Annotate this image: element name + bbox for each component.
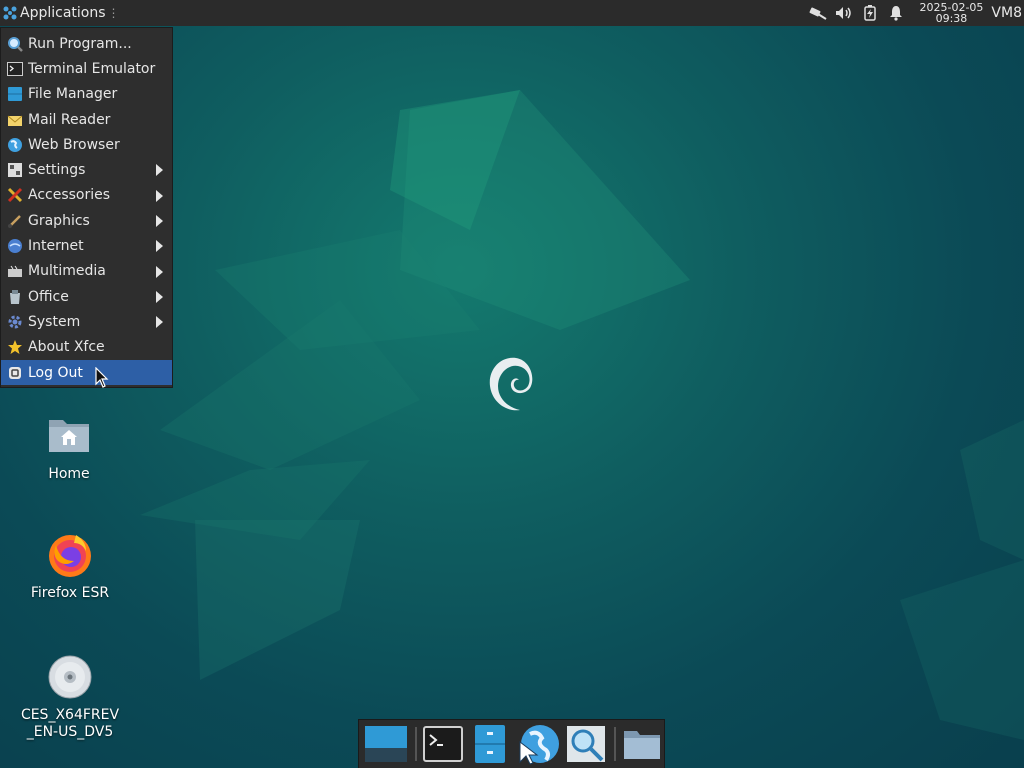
battery-icon[interactable] — [857, 0, 883, 26]
menu-item-office[interactable]: Office — [1, 284, 172, 309]
menu-item-label: Graphics — [28, 212, 90, 229]
xfce-logo-icon — [3, 6, 17, 20]
dock-app-finder-button[interactable] — [562, 721, 610, 767]
menu-item-accessories[interactable]: Accessories — [1, 183, 172, 208]
settings-icon — [6, 162, 23, 179]
desktop-icon-label: Firefox ESR — [30, 585, 110, 601]
menu-item-label: Accessories — [28, 187, 111, 204]
star-icon — [6, 339, 23, 356]
accessories-icon — [6, 187, 23, 204]
menu-item-internet[interactable]: Internet — [1, 233, 172, 258]
top-panel: Applications ⋮ 2025-02-05 09:38 VM8 — [0, 0, 1024, 26]
menu-item-about-xfce[interactable]: About Xfce — [1, 335, 172, 360]
submenu-arrow-icon — [156, 265, 163, 278]
folder-icon — [624, 731, 661, 759]
show-desktop-button[interactable] — [361, 721, 411, 767]
file-manager-icon — [474, 725, 505, 763]
submenu-arrow-icon — [156, 290, 163, 303]
menu-item-settings[interactable]: Settings — [1, 157, 172, 182]
dock-web-browser-button[interactable] — [515, 721, 563, 767]
menu-item-log-out[interactable]: Log Out — [1, 359, 172, 386]
show-desktop-icon — [364, 726, 407, 762]
terminal-icon — [422, 726, 463, 762]
desktop-icon-firefox[interactable]: Firefox ESR — [15, 531, 125, 602]
menu-item-label: File Manager — [28, 86, 118, 103]
menu-item-terminal-emulator[interactable]: Terminal Emulator — [1, 56, 172, 81]
menu-item-system[interactable]: System — [1, 309, 172, 334]
panel-handle-icon: ⋮ — [107, 6, 120, 20]
menu-item-label: System — [28, 313, 81, 330]
menu-item-label: Multimedia — [28, 263, 106, 280]
web-browser-icon — [6, 136, 23, 153]
clock-time: 09:38 — [935, 12, 968, 25]
dock-folder-button[interactable] — [620, 721, 664, 767]
home-folder-icon — [49, 420, 89, 452]
desktop-icon-label: Home — [48, 466, 90, 482]
graphics-icon — [6, 212, 23, 229]
menu-item-label: Run Program... — [28, 35, 132, 52]
app-finder-icon — [567, 726, 606, 762]
log-out-icon — [6, 364, 23, 381]
volume-icon[interactable] — [831, 0, 857, 26]
internet-icon — [6, 238, 23, 255]
office-icon — [6, 288, 23, 305]
bottom-dock — [358, 719, 665, 768]
notification-bell-icon[interactable] — [883, 0, 909, 26]
multimedia-icon — [6, 263, 23, 280]
run-program-icon — [6, 35, 23, 52]
system-icon — [6, 313, 23, 330]
submenu-arrow-icon — [156, 215, 163, 228]
terminal-icon — [6, 60, 23, 77]
menu-item-label: Internet — [28, 238, 84, 255]
menu-item-file-manager[interactable]: File Manager — [1, 82, 172, 107]
debian-swirl-logo — [489, 357, 533, 411]
menu-item-label: Web Browser — [28, 136, 120, 153]
firefox-icon — [49, 535, 91, 577]
menu-item-run-program[interactable]: Run Program... — [1, 31, 172, 56]
file-manager-icon — [6, 86, 23, 103]
desktop-icon-label: CES_X64FREV _EN-US_DV5 — [20, 707, 120, 740]
applications-menu: Run Program... Terminal Emulator File Ma… — [0, 27, 173, 388]
applications-menu-button[interactable]: Applications ⋮ — [0, 0, 124, 26]
network-wired-icon[interactable] — [805, 0, 831, 26]
menu-item-graphics[interactable]: Graphics — [1, 208, 172, 233]
mail-icon — [6, 111, 23, 128]
desktop-icon-optical-disc[interactable]: CES_X64FREV _EN-US_DV5 — [15, 653, 125, 741]
applications-label: Applications — [20, 5, 106, 21]
optical-disc-icon — [48, 655, 92, 699]
dock-terminal-button[interactable] — [421, 721, 465, 767]
user-label[interactable]: VM8 — [991, 5, 1022, 21]
web-browser-icon — [519, 725, 560, 765]
menu-item-mail-reader[interactable]: Mail Reader — [1, 107, 172, 132]
menu-item-web-browser[interactable]: Web Browser — [1, 132, 172, 157]
dock-separator — [414, 727, 417, 761]
dock-separator — [614, 727, 617, 761]
menu-item-label: Log Out — [28, 364, 83, 381]
menu-item-label: Mail Reader — [28, 111, 111, 128]
desktop-icon-home[interactable]: Home — [14, 412, 124, 483]
menu-item-label: Office — [28, 288, 69, 305]
desktop-screen: Applications ⋮ 2025-02-05 09:38 VM8 Run … — [0, 0, 1024, 768]
submenu-arrow-icon — [156, 240, 163, 253]
menu-item-label: Settings — [28, 162, 86, 179]
system-tray: 2025-02-05 09:38 VM8 — [805, 0, 1024, 26]
submenu-arrow-icon — [156, 316, 163, 329]
submenu-arrow-icon — [156, 164, 163, 177]
clock[interactable]: 2025-02-05 09:38 — [919, 2, 983, 24]
dock-file-manager-button[interactable] — [465, 721, 515, 767]
menu-item-multimedia[interactable]: Multimedia — [1, 259, 172, 284]
mouse-pointer-icon — [95, 367, 109, 388]
menu-item-label: Terminal Emulator — [28, 60, 156, 77]
menu-item-label: About Xfce — [28, 339, 105, 356]
submenu-arrow-icon — [156, 189, 163, 202]
